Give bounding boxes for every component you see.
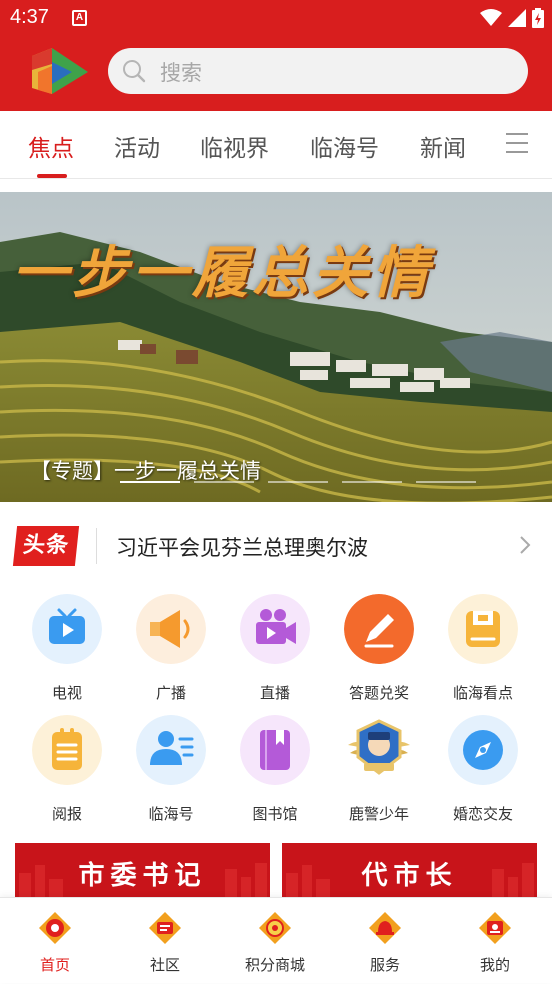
headline-bar[interactable]: 头条 习近平会见芬兰总理奥尔波 (0, 520, 552, 572)
nav-community[interactable]: 社区 (110, 898, 220, 984)
service-dating[interactable]: 婚恋交友 (431, 711, 535, 829)
megaphone-icon (136, 594, 206, 664)
nav-points-mall[interactable]: 积分商城 (220, 898, 330, 984)
status-bar: 4:37 A (0, 0, 552, 36)
active-tab-indicator (37, 174, 67, 178)
nav-label: 积分商城 (244, 956, 305, 974)
tv-icon (32, 594, 102, 664)
book-icon (240, 715, 310, 785)
divider (96, 528, 97, 564)
service-tv[interactable]: 电视 (15, 590, 119, 708)
service-radio[interactable]: 广播 (119, 590, 223, 708)
signal-icon (508, 9, 526, 27)
carousel-dot (194, 481, 254, 483)
service-live[interactable]: 直播 (223, 590, 327, 708)
battery-icon (532, 8, 544, 28)
service-linhaihao[interactable]: 临海号 (119, 711, 223, 829)
search-box[interactable]: 搜索 (108, 48, 528, 94)
tab-news[interactable]: 新闻 (420, 129, 466, 163)
app-logo (32, 48, 88, 94)
video-camera-icon (240, 594, 310, 664)
pencil-icon (344, 594, 414, 664)
promo-label: 代市长 (361, 861, 458, 891)
nav-mine[interactable]: 我的 (440, 898, 550, 984)
notification-icon: A (72, 10, 87, 26)
tab-linhaihao[interactable]: 临海号 (310, 129, 379, 163)
police-badge-icon (348, 719, 410, 775)
promo-party-secretary[interactable]: 市委书记 (15, 843, 270, 898)
service-police-youth[interactable]: 鹿警少年 (327, 711, 431, 829)
chevron-right-icon (520, 536, 531, 554)
community-icon (149, 912, 181, 944)
banner-title-art: 一步一履总关情 (12, 240, 432, 306)
headline-text[interactable]: 习近平会见芬兰总理奥尔波 (116, 532, 368, 562)
wifi-icon (480, 9, 502, 26)
service-label: 阅报 (51, 805, 82, 823)
service-label: 婚恋交友 (452, 805, 513, 823)
points-mall-icon (259, 912, 291, 944)
profile-icon (479, 912, 511, 944)
service-linhai-highlights[interactable]: 临海看点 (431, 590, 535, 708)
menu-icon[interactable] (506, 133, 528, 155)
nav-label: 服务 (369, 956, 400, 974)
carousel-dot (268, 481, 328, 483)
nav-services[interactable]: 服务 (330, 898, 440, 984)
service-label: 答题兑奖 (348, 684, 409, 702)
search-icon (123, 60, 146, 83)
bottom-nav: 首页 社区 积分商城 服务 我的 (0, 897, 552, 983)
status-icons (480, 7, 544, 29)
service-label: 鹿警少年 (348, 805, 409, 823)
carousel-dots (120, 481, 476, 483)
channel-tabs: 焦点 活动 临视界 临海号 新闻 (0, 111, 552, 179)
service-label: 电视 (51, 684, 82, 702)
services-icon (369, 912, 401, 944)
compass-icon (448, 715, 518, 785)
headline-badge: 头条 (12, 526, 80, 566)
nav-home[interactable]: 首页 (0, 898, 110, 984)
promo-acting-mayor[interactable]: 代市长 (282, 843, 537, 898)
clipboard-icon (32, 715, 102, 785)
tab-activity[interactable]: 活动 (114, 129, 160, 163)
home-icon (39, 912, 71, 944)
service-label: 直播 (259, 684, 290, 702)
status-time: 4:37 (10, 6, 49, 28)
carousel-dot (416, 481, 476, 483)
service-label: 临海看点 (452, 684, 513, 702)
nav-label: 首页 (39, 956, 70, 974)
tab-linshijie[interactable]: 临视界 (200, 129, 269, 163)
carousel-dot (342, 481, 402, 483)
tab-focus[interactable]: 焦点 (28, 129, 74, 163)
service-quiz[interactable]: 答题兑奖 (327, 590, 431, 708)
service-read-paper[interactable]: 阅报 (15, 711, 119, 829)
promo-label: 市委书记 (78, 861, 207, 891)
app-header: 搜索 (0, 36, 552, 111)
service-label: 广播 (155, 684, 186, 702)
bookmark-box-icon (448, 594, 518, 664)
search-placeholder: 搜索 (160, 61, 202, 85)
user-list-icon (136, 715, 206, 785)
service-library[interactable]: 图书馆 (223, 711, 327, 829)
carousel-dot-active (120, 481, 180, 483)
nav-label: 社区 (149, 956, 180, 974)
nav-label: 我的 (479, 956, 510, 974)
service-label: 图书馆 (252, 805, 298, 823)
service-label: 临海号 (148, 805, 194, 823)
